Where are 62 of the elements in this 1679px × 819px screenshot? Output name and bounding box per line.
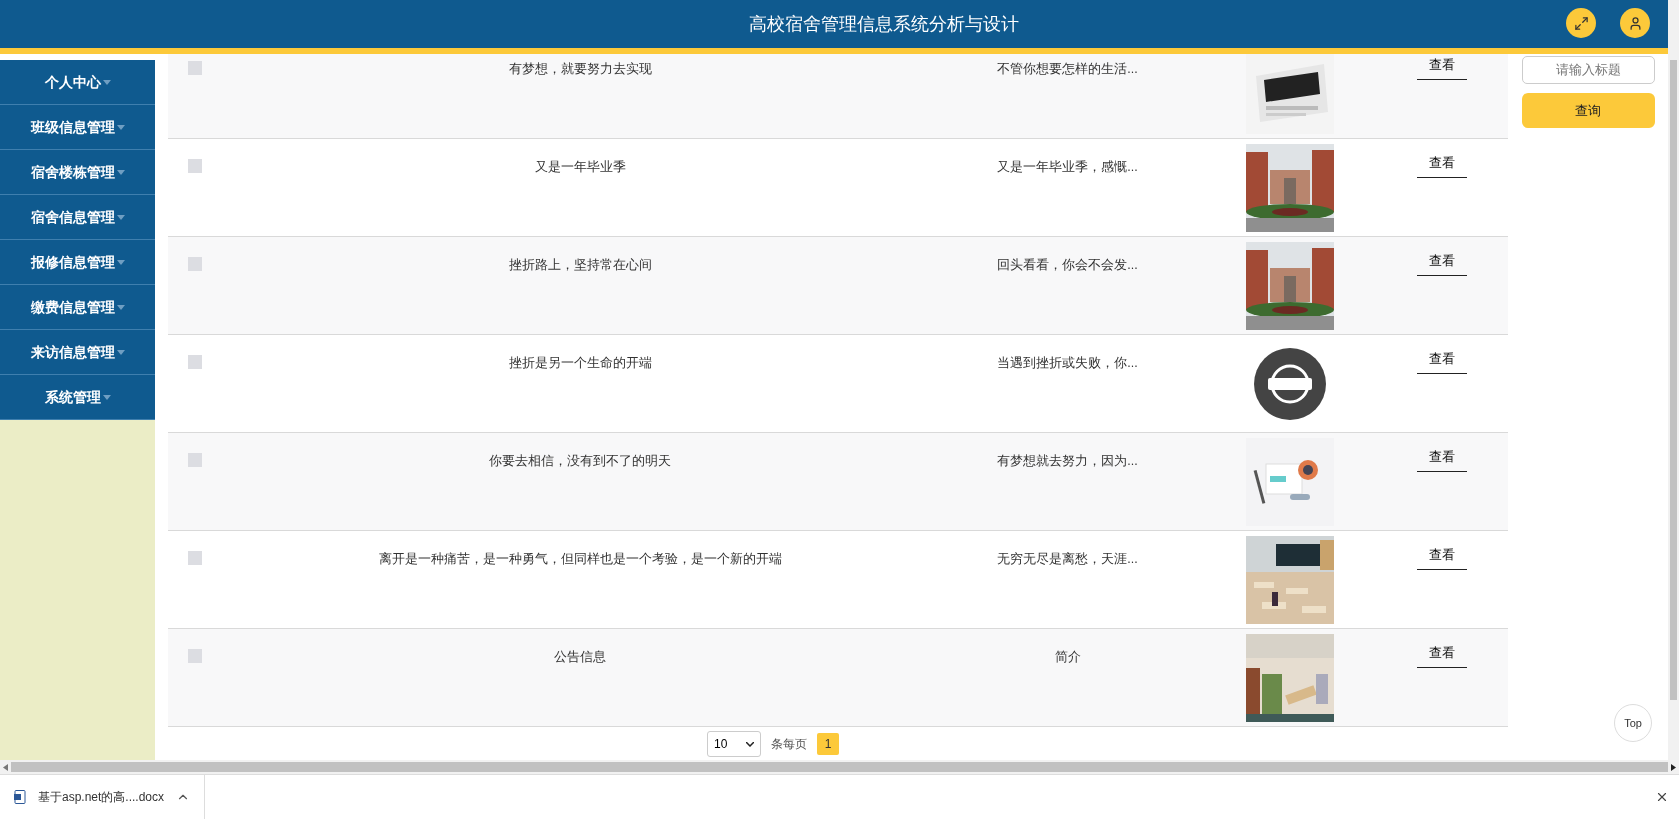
table-cell-text: 公告信息 [554, 649, 606, 666]
sidebar-item[interactable]: 宿舍信息管理 [0, 195, 155, 240]
user-icon [1627, 15, 1643, 31]
table-cell-text: 挫折是另一个生命的开端 [508, 355, 652, 372]
caret-icon [102, 394, 111, 400]
view-link[interactable]: 查看 [1416, 252, 1467, 276]
user-button[interactable] [1620, 8, 1650, 38]
sidebar-item[interactable]: 报修信息管理 [0, 240, 155, 285]
left-arrow-icon [3, 763, 8, 771]
table-cell-text: 不管你想要怎样的生活... [997, 61, 1138, 78]
row-checkbox[interactable] [188, 159, 202, 173]
table-cell-text: 离开是一种痛苦，是一种勇气，但同样也是一个考验，是一个新的开端 [378, 551, 782, 568]
row-checkbox[interactable] [188, 551, 202, 565]
right-arrow-icon [1671, 763, 1676, 771]
view-link[interactable]: 查看 [1416, 56, 1467, 80]
view-link[interactable]: 查看 [1416, 546, 1467, 570]
table-cell-text: 简介 [1054, 649, 1081, 666]
row-checkbox[interactable] [188, 61, 202, 75]
row-checkbox[interactable] [188, 649, 202, 663]
sidebar-item[interactable]: 班级信息管理 [0, 105, 155, 150]
row-checkbox[interactable] [188, 453, 202, 467]
table-cell-text: 又是一年毕业季 [534, 159, 626, 176]
search-field[interactable]: 请输入标题 [1521, 56, 1655, 84]
document-icon [14, 790, 26, 804]
close-icon[interactable] [1655, 790, 1669, 804]
table-cell-text: 又是一年毕业季，感慨... [997, 159, 1138, 176]
table-cell-text: 有梦想，就要努力去实现 [508, 61, 652, 78]
expand-icon [1573, 15, 1589, 31]
sidebar-item[interactable]: 宿舍楼栋管理 [0, 150, 155, 195]
app-title: 高校宿舍管理信息系统分析与设计 [749, 12, 1019, 36]
caret-icon [116, 259, 125, 265]
table-cell-text: 你要去相信，没有到不了的明天 [489, 453, 671, 470]
caret-icon [102, 79, 111, 85]
page-size-label: 条每页 [771, 736, 807, 753]
fullscreen-button[interactable] [1566, 8, 1596, 38]
page-size-select[interactable]: 10 [707, 731, 761, 757]
table-cell-text: 无穷无尽是离愁，天涯... [997, 551, 1138, 568]
caret-icon [116, 169, 125, 175]
row-checkbox[interactable] [188, 257, 202, 271]
chevron-down-icon [746, 741, 754, 747]
view-link[interactable]: 查看 [1416, 154, 1467, 178]
page-button[interactable]: 1 [817, 733, 839, 755]
sidebar-item[interactable]: 缴费信息管理 [0, 285, 155, 330]
download-filename[interactable]: 基于asp.net的高....docx [38, 788, 165, 806]
view-link[interactable]: 查看 [1416, 448, 1467, 472]
caret-icon [116, 124, 125, 130]
table-cell-text: 回头看看，你会不会发... [997, 257, 1138, 274]
back-to-top-button[interactable]: Top [1614, 704, 1652, 742]
caret-icon [116, 349, 125, 355]
caret-icon [116, 214, 125, 220]
vertical-scrollbar[interactable] [1668, 0, 1679, 760]
sidebar-item[interactable]: 个人中心 [0, 60, 155, 105]
sidebar-item[interactable]: 来访信息管理 [0, 330, 155, 375]
view-link[interactable]: 查看 [1416, 644, 1467, 668]
search-button[interactable]: 查询 [1521, 93, 1655, 128]
caret-icon [116, 304, 125, 310]
horizontal-scrollbar[interactable] [0, 760, 1679, 774]
table-cell-text: 有梦想就去努力，因为... [997, 453, 1138, 470]
row-checkbox[interactable] [188, 355, 202, 369]
table-cell-text: 当遇到挫折或失败，你... [997, 355, 1138, 372]
table-cell-text: 挫折路上，坚持常在心间 [508, 257, 652, 274]
view-link[interactable]: 查看 [1416, 350, 1467, 374]
